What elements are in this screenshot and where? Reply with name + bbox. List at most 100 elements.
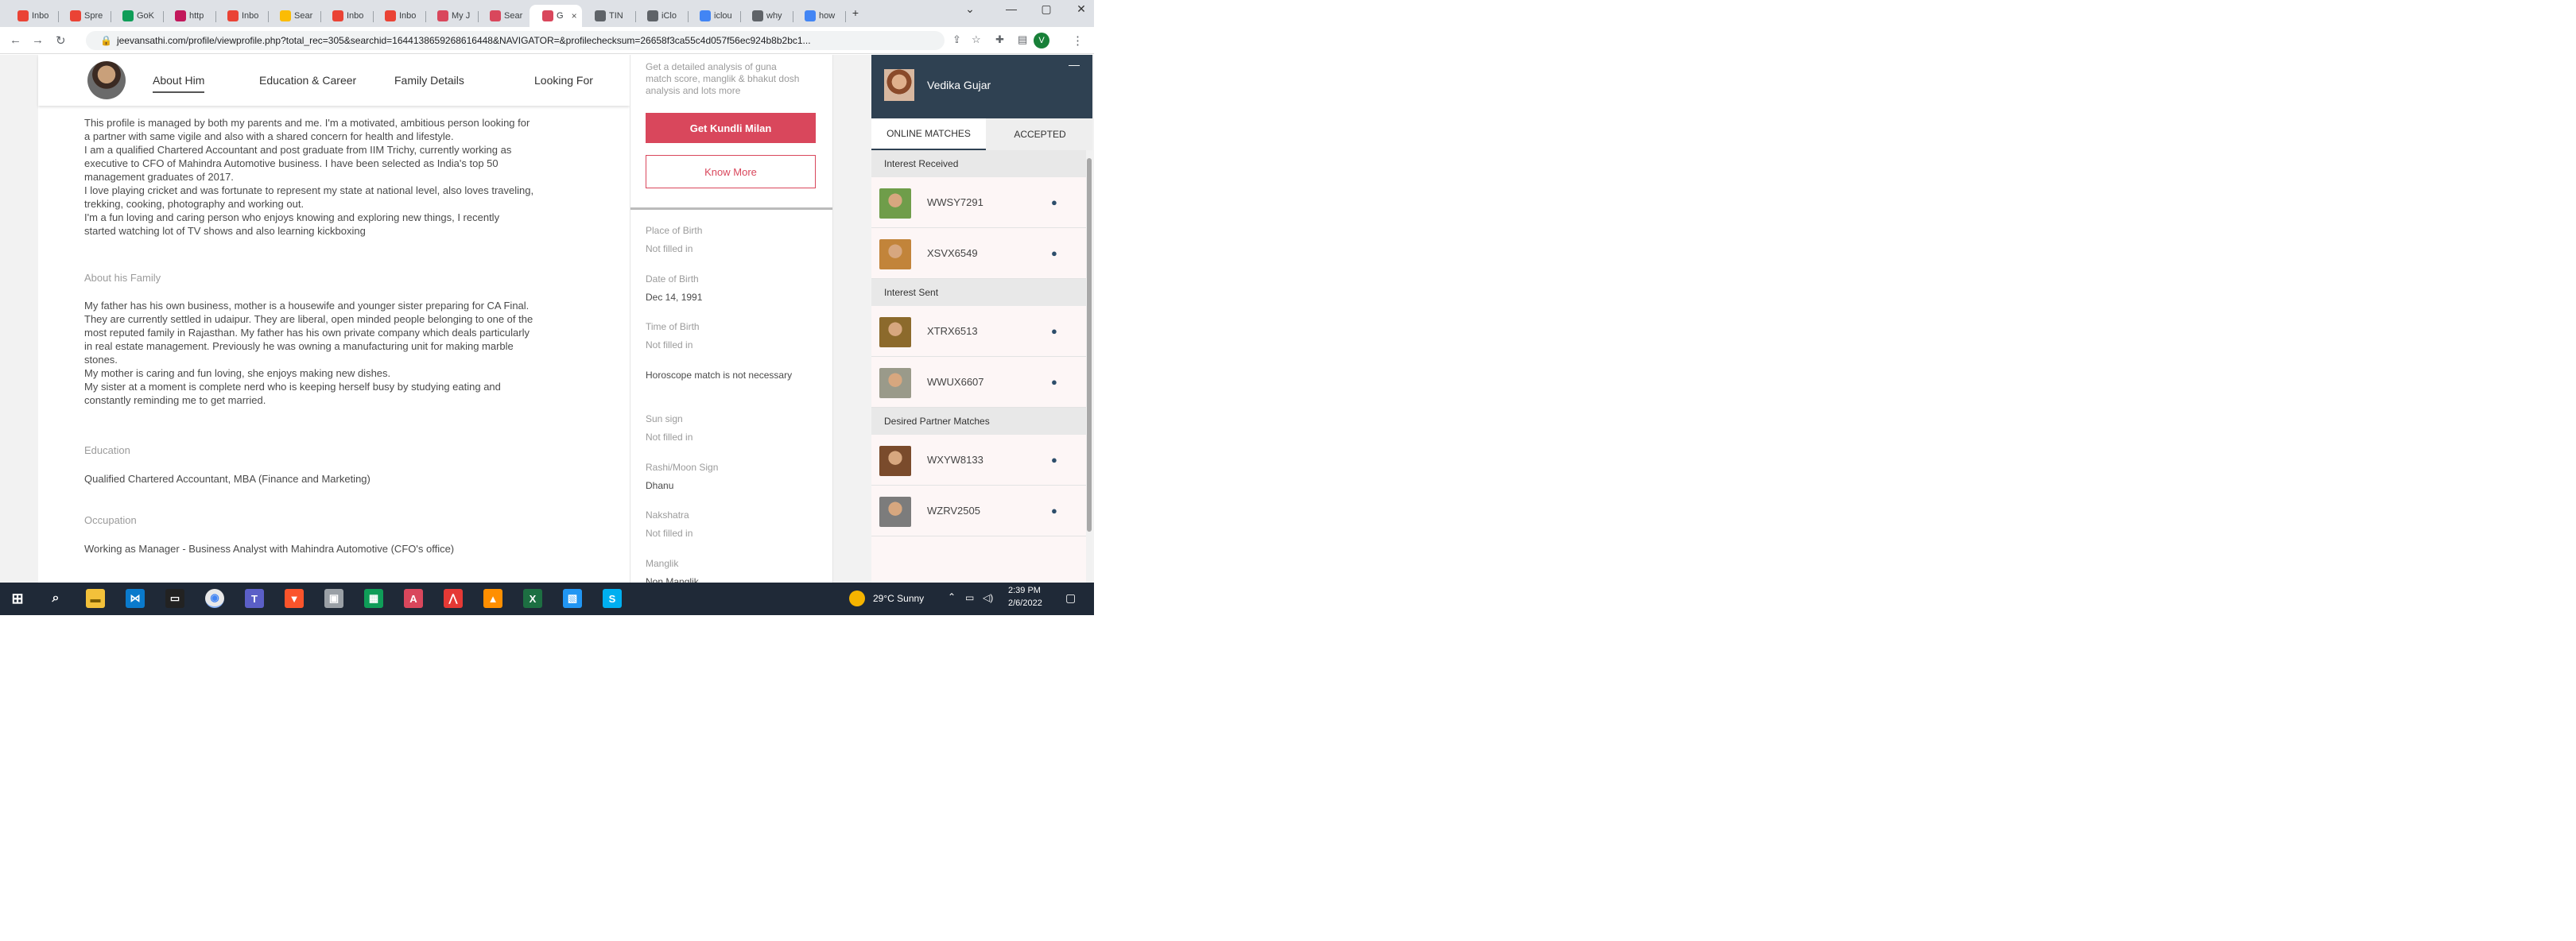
detail-value: Horoscope match is not necessary [646,370,793,381]
tab-looking-for[interactable]: Looking For [534,74,593,87]
chrome-icon[interactable]: ◉ [205,589,224,608]
browser-tab[interactable]: G × [530,5,582,27]
skype-icon[interactable]: S [603,589,622,608]
know-more-button[interactable]: Know More [646,155,816,188]
weather-sun-icon[interactable]: ● [849,591,865,606]
chat-contact-row[interactable]: WXYW8133 ● [871,435,1086,486]
maximize-window-icon[interactable]: ▢ [1029,2,1064,16]
browser-tab[interactable]: how [792,5,846,27]
chat-bubble-icon[interactable]: ● [1051,325,1057,337]
contact-avatar[interactable] [879,446,911,476]
forward-icon[interactable]: → [32,33,44,47]
scrollbar-track[interactable] [1086,150,1092,583]
contact-avatar[interactable] [879,239,911,269]
profile-avatar-icon[interactable]: V [1034,33,1049,48]
kundli-description: Get a detailed analysis of guna match sc… [646,61,800,96]
tab-education-career[interactable]: Education & Career [259,74,356,87]
clock-time[interactable]: 2:39 PM [1008,586,1041,595]
teams-icon[interactable]: T [245,589,264,608]
browser-tab[interactable]: Inbo [5,5,59,27]
contact-id[interactable]: WWUX6607 [927,376,984,388]
chat-contact-row[interactable]: WZRV2505 ● [871,486,1086,536]
browser-tab[interactable]: http [162,5,216,27]
contact-avatar[interactable] [879,368,911,398]
remote-desktop-icon[interactable]: ▣ [324,589,343,608]
get-kundli-milan-button[interactable]: Get Kundli Milan [646,113,816,143]
chat-bubble-icon[interactable]: ● [1051,454,1057,466]
notification-icon[interactable]: ▢ [1065,591,1076,605]
windows-taskbar: ⊞ ⌕ ▬ ⋈ ▭ ◉ T ▼ ▣ ▦ A ⋀ ▲ X ▧ S ● 29°C S… [0,583,1094,615]
bookmark-star-icon[interactable]: ☆ [972,33,981,46]
browser-tab[interactable]: My J [425,5,479,27]
browser-tab[interactable]: Inbo [320,5,374,27]
contact-avatar[interactable] [879,497,911,527]
chat-bubble-icon[interactable]: ● [1051,376,1057,388]
contact-avatar[interactable] [879,317,911,347]
scrollbar-thumb[interactable] [1087,158,1092,532]
search-icon[interactable]: ⌕ [46,589,65,608]
profile-avatar[interactable] [87,61,126,99]
close-tab-icon[interactable]: × [572,10,577,21]
address-bar[interactable]: 🔒 jeevansathi.com/profile/viewprofile.php… [86,31,945,50]
browser-tab[interactable]: Sear [267,5,321,27]
contact-id[interactable]: XTRX6513 [927,325,978,337]
file-explorer-icon[interactable]: ▬ [86,589,105,608]
vscode-icon[interactable]: ⋈ [126,589,145,608]
tab-family-details[interactable]: Family Details [394,74,464,87]
chevron-up-icon[interactable]: ⌃ [948,591,956,602]
pdf-reader-icon[interactable]: A [404,589,423,608]
browser-tab[interactable]: iclou [687,5,741,27]
browser-tab[interactable]: why [739,5,793,27]
vlc-icon[interactable]: ▲ [483,589,502,608]
acrobat-icon[interactable]: ⋀ [444,589,463,608]
browser-tab[interactable]: Spre [57,5,111,27]
tab-accepted[interactable]: ACCEPTED [987,118,1092,150]
tab-online-matches[interactable]: ONLINE MATCHES [871,118,986,150]
chat-contact-row[interactable]: XTRX6513 ● [871,306,1086,357]
battery-icon[interactable]: ▭ [965,592,974,603]
detail-label: Place of Birth [646,225,703,236]
browser-tab[interactable]: Inbo [215,5,269,27]
contact-id[interactable]: WWSY7291 [927,196,983,208]
minimize-icon[interactable]: — [1069,58,1080,71]
minimize-window-icon[interactable]: — [994,2,1029,15]
terminal-icon[interactable]: ▭ [165,589,184,608]
chat-contact-row[interactable]: WWUX6607 ● [871,357,1086,408]
new-tab-button[interactable]: + [846,6,865,19]
excel-icon[interactable]: X [523,589,542,608]
chat-contact-row[interactable]: XSVX6549 ● [871,228,1086,279]
browser-tab[interactable]: Inbo [372,5,426,27]
chat-bubble-icon[interactable]: ● [1051,505,1057,517]
chat-bubble-icon[interactable]: ● [1051,247,1057,259]
brave-icon[interactable]: ▼ [285,589,304,608]
app-icon[interactable]: ▧ [563,589,582,608]
google-icon [805,10,816,21]
chat-contact-row[interactable]: WWSY7291 ● [871,177,1086,228]
sheets-icon[interactable]: ▦ [364,589,383,608]
browser-tab[interactable]: Sear [477,5,531,27]
chevron-down-icon[interactable]: ⌄ [952,2,987,16]
reading-list-icon[interactable]: ▤ [1018,33,1027,46]
contact-id[interactable]: WZRV2505 [927,505,980,517]
paragraph-line: management graduates of 2017. [84,171,234,183]
contact-id[interactable]: XSVX6549 [927,247,978,259]
extensions-icon[interactable]: ✚ [995,33,1004,46]
close-window-icon[interactable]: ✕ [1064,2,1094,16]
chat-bubble-icon[interactable]: ● [1051,196,1057,208]
kebab-menu-icon[interactable]: ⋮ [1072,33,1084,48]
contact-id[interactable]: WXYW8133 [927,454,983,466]
clock-date[interactable]: 2/6/2022 [1008,598,1042,608]
volume-icon[interactable]: ◁) [983,592,993,603]
weather-text[interactable]: 29°C Sunny [873,593,924,604]
reload-icon[interactable]: ↻ [56,33,66,48]
browser-tab[interactable]: iClo [634,5,689,27]
tab-about-him[interactable]: About Him [153,74,205,93]
browser-tab[interactable]: TIN [582,5,636,27]
browser-tab[interactable]: GoK [110,5,164,27]
chat-section-header: Interest Received [871,150,1086,177]
back-icon[interactable]: ← [10,33,21,47]
share-icon[interactable]: ⇪ [952,33,961,46]
contact-avatar[interactable] [879,188,911,219]
browser-toolbar: ← → ↻ 🔒 jeevansathi.com/profile/viewprofi… [0,27,1094,54]
windows-start-icon[interactable]: ⊞ [8,589,27,608]
